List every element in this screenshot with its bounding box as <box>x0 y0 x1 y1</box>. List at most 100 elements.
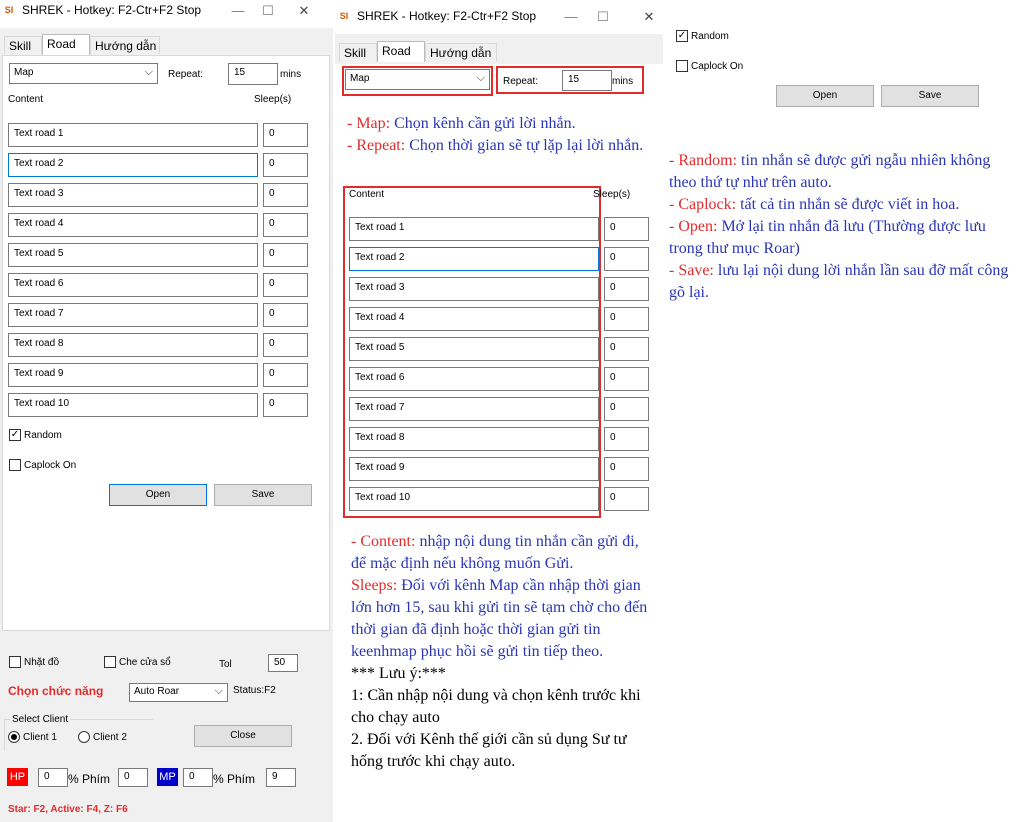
tab-road[interactable]: Road <box>42 34 90 55</box>
client2-radio[interactable] <box>78 731 90 743</box>
content-text: Text road 6 <box>14 278 64 289</box>
hp-percent-input[interactable]: 0 <box>38 768 68 787</box>
random-checkbox[interactable]: ✓ <box>676 30 688 42</box>
caplock-checkbox[interactable] <box>676 60 688 72</box>
sleep-input-10[interactable]: 0 <box>263 393 308 417</box>
sleep-input-9[interactable]: 0 <box>604 457 649 481</box>
chevron-down-icon: ⌵ <box>476 72 485 84</box>
content-input-7[interactable]: Text road 7 <box>349 397 599 421</box>
minimize-button[interactable]: — <box>557 6 585 28</box>
sleep-input-5[interactable]: 0 <box>604 337 649 361</box>
che-cua-so-checkbox[interactable] <box>104 656 116 668</box>
content-input-4[interactable]: Text road 4 <box>8 213 258 237</box>
map-select[interactable]: Map ⌵ <box>345 69 490 90</box>
client1-radio[interactable] <box>8 731 20 743</box>
content-input-1[interactable]: Text road 1 <box>8 123 258 147</box>
sleep-input-4[interactable]: 0 <box>604 307 649 331</box>
close-window-button[interactable]: ✕ <box>635 6 663 28</box>
sleep-value: 0 <box>610 282 616 293</box>
sleep-input-7[interactable]: 0 <box>604 397 649 421</box>
map-select[interactable]: Map ⌵ <box>9 63 158 84</box>
sleep-value: 0 <box>269 308 275 319</box>
map-repeat-note: - Map: Chọn kênh cần gửi lời nhắn. - Rep… <box>347 113 647 157</box>
function-select[interactable]: Auto Roar ⌵ <box>129 683 228 702</box>
caplock-checkbox[interactable] <box>9 459 21 471</box>
sleep-input-4[interactable]: 0 <box>263 213 308 237</box>
content-input-10[interactable]: Text road 10 <box>8 393 258 417</box>
map-select-value: Map <box>14 67 34 78</box>
content-input-6[interactable]: Text road 6 <box>8 273 258 297</box>
sleep-input-6[interactable]: 0 <box>263 273 308 297</box>
sleep-input-5[interactable]: 0 <box>263 243 308 267</box>
sleep-input-10[interactable]: 0 <box>604 487 649 511</box>
content-header: Content <box>8 94 44 105</box>
mp-key-input[interactable]: 9 <box>266 768 296 787</box>
content-input-9[interactable]: Text road 9 <box>349 457 599 481</box>
nhat-do-checkbox[interactable] <box>9 656 21 668</box>
close-button[interactable]: Close <box>194 725 292 747</box>
tol-input[interactable]: 50 <box>268 654 298 672</box>
repeat-input[interactable]: 15 <box>562 70 612 91</box>
tab-skill[interactable]: Skill <box>4 36 42 54</box>
content-input-6[interactable]: Text road 6 <box>349 367 599 391</box>
sleep-input-1[interactable]: 0 <box>263 123 308 147</box>
content-input-2[interactable]: Text road 2 <box>8 153 258 177</box>
sleep-input-7[interactable]: 0 <box>263 303 308 327</box>
che-cua-so-label: Che cửa sổ <box>119 657 171 668</box>
hp-key-value: 0 <box>124 771 130 782</box>
content-input-3[interactable]: Text road 3 <box>349 277 599 301</box>
caplock-key: - Caplock: <box>669 196 737 213</box>
random-checkbox[interactable]: ✓ <box>9 429 21 441</box>
content-text: Text road 1 <box>14 128 64 139</box>
map-text: Chọn kênh cần gửi lời nhắn. <box>390 115 576 132</box>
sleep-input-3[interactable]: 0 <box>604 277 649 301</box>
save-button[interactable]: Save <box>214 484 312 506</box>
content-input-8[interactable]: Text road 8 <box>349 427 599 451</box>
sleep-input-8[interactable]: 0 <box>263 333 308 357</box>
tol-label: Tol <box>219 659 232 670</box>
sleep-input-8[interactable]: 0 <box>604 427 649 451</box>
sleep-input-2[interactable]: 0 <box>604 247 649 271</box>
sleep-input-9[interactable]: 0 <box>263 363 308 387</box>
content-input-5[interactable]: Text road 5 <box>349 337 599 361</box>
hp-key-input[interactable]: 0 <box>118 768 148 787</box>
repeat-input[interactable]: 15 <box>228 63 278 85</box>
tab-road[interactable]: Road <box>377 41 425 62</box>
content-input-1[interactable]: Text road 1 <box>349 217 599 241</box>
sleep-input-2[interactable]: 0 <box>263 153 308 177</box>
content-input-5[interactable]: Text road 5 <box>8 243 258 267</box>
tab-huong-dan[interactable]: Hướng dẫn <box>90 36 160 54</box>
minimize-button[interactable]: — <box>224 0 252 22</box>
content-input-3[interactable]: Text road 3 <box>8 183 258 207</box>
content-input-4[interactable]: Text road 4 <box>349 307 599 331</box>
hotkeys-text: Star: F2, Active: F4, Z: F6 <box>8 804 128 815</box>
content-input-8[interactable]: Text road 8 <box>8 333 258 357</box>
repeat-label: Repeat: <box>168 69 204 80</box>
content-input-2[interactable]: Text road 2 <box>349 247 599 271</box>
maximize-button[interactable]: ☐ <box>254 0 282 22</box>
tab-huong-dan[interactable]: Hướng dẫn <box>425 43 497 61</box>
content-key: - Content: <box>351 533 416 550</box>
content-input-7[interactable]: Text road 7 <box>8 303 258 327</box>
open-button[interactable]: Open <box>776 85 874 107</box>
random-caplock-open-save-note: - Random: tin nhắn sẽ được gửi ngẫu nhiê… <box>669 150 1019 304</box>
content-input-10[interactable]: Text road 10 <box>349 487 599 511</box>
sleep-value: 0 <box>269 278 275 289</box>
sleep-value: 0 <box>610 462 616 473</box>
sleep-input-1[interactable]: 0 <box>604 217 649 241</box>
sleep-input-6[interactable]: 0 <box>604 367 649 391</box>
save-button[interactable]: Save <box>881 85 979 107</box>
open-button[interactable]: Open <box>109 484 207 506</box>
sleep-input-3[interactable]: 0 <box>263 183 308 207</box>
left-tabs: Skill Road Hướng dẫn <box>2 34 302 55</box>
sleep-value: 0 <box>610 492 616 503</box>
content-text: Text road 2 <box>355 252 405 263</box>
content-text: Text road 4 <box>14 218 64 229</box>
tab-skill[interactable]: Skill <box>339 43 377 61</box>
close-window-button[interactable]: ✕ <box>290 0 318 22</box>
open-key: - Open: <box>669 218 718 235</box>
mp-percent-input[interactable]: 0 <box>183 768 213 787</box>
content-input-9[interactable]: Text road 9 <box>8 363 258 387</box>
maximize-button[interactable]: ☐ <box>589 6 617 28</box>
luu-y-heading: *** Lưu ý:*** <box>351 665 446 682</box>
